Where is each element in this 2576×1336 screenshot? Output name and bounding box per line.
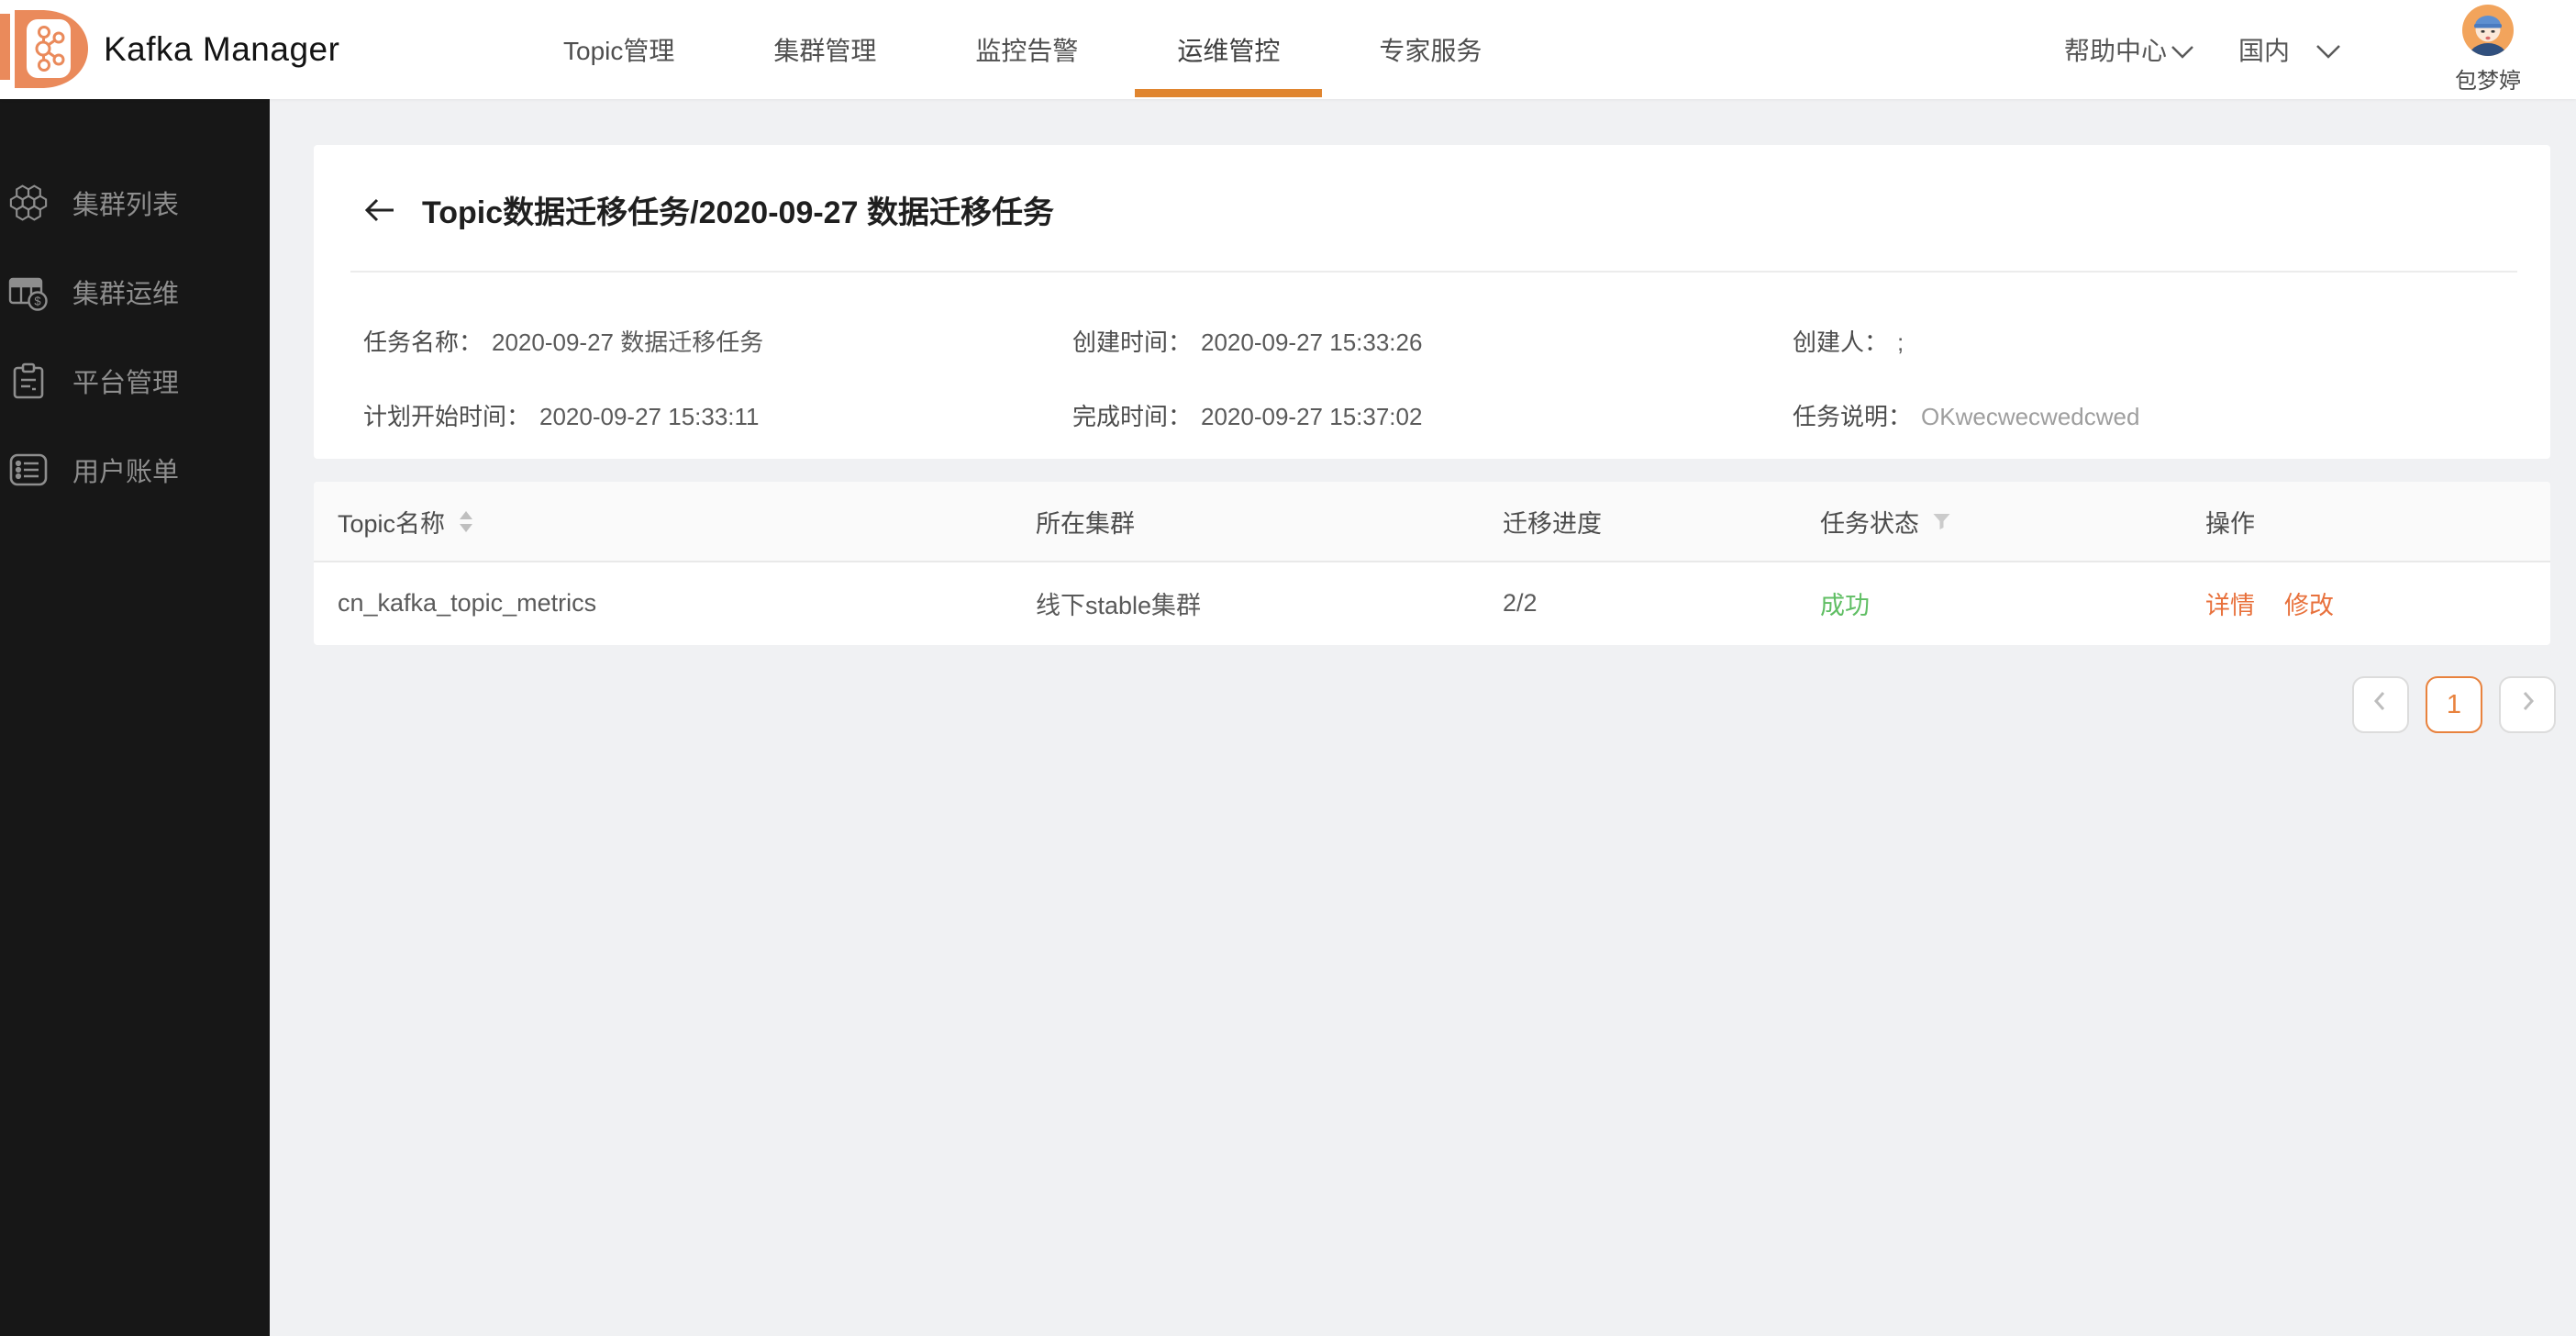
- main-nav: Topic管理 集群管理 监控告警 运维管控 专家服务: [514, 0, 1531, 99]
- username: 包梦婷: [2455, 69, 2521, 94]
- table-header: Topic名称 所在集群 迁移进度 任务状态 操作: [314, 482, 2550, 562]
- next-page-button[interactable]: [2499, 676, 2556, 733]
- detail-link[interactable]: 详情: [2205, 585, 2255, 621]
- svg-text:$: $: [34, 294, 41, 307]
- sidebar-item-label: 集群列表: [72, 190, 180, 220]
- region-selector[interactable]: 国内: [2238, 0, 2341, 99]
- field-description: 任务说明： OKwecwecwedcwed: [1793, 403, 2140, 430]
- nav-item-cluster[interactable]: 集群管理: [724, 0, 926, 99]
- col-actions: 操作: [2205, 509, 2255, 538]
- honeycomb-cluster-icon: [8, 183, 49, 223]
- sort-icon[interactable]: [460, 510, 473, 532]
- pagination: 1: [2352, 676, 2556, 733]
- list-bill-icon: [8, 450, 49, 490]
- cell-topic-name: cn_kafka_topic_metrics: [338, 588, 597, 617]
- task-detail-card: Topic数据迁移任务/2020-09-27 数据迁移任务 任务名称： 2020-…: [314, 145, 2550, 459]
- sidebar-item-label: 集群运维: [72, 279, 180, 309]
- sidebar-item-label: 用户账单: [72, 457, 180, 487]
- field-planned-start: 计划开始时间： 2020-09-27 15:33:11: [363, 403, 760, 430]
- main-content: Topic数据迁移任务/2020-09-27 数据迁移任务 任务名称： 2020-…: [270, 99, 2576, 1336]
- nav-item-expert[interactable]: 专家服务: [1329, 0, 1531, 99]
- col-topic-name: Topic名称: [314, 504, 1012, 540]
- field-finish-time: 完成时间： 2020-09-27 15:37:02: [1072, 403, 1423, 430]
- table-row: cn_kafka_topic_metrics 线下stable集群 2/2 成功…: [314, 562, 2550, 643]
- field-creator: 创建人：;: [1793, 328, 1904, 356]
- nav-item-monitor[interactable]: 监控告警: [926, 0, 1127, 99]
- clipboard-icon: [8, 361, 49, 401]
- help-center-menu[interactable]: 帮助中心: [2064, 0, 2194, 99]
- field-create-time: 创建时间： 2020-09-27 15:33:26: [1072, 328, 1423, 356]
- cell-progress: 2/2: [1503, 588, 1538, 617]
- nav-item-topic[interactable]: Topic管理: [514, 0, 724, 99]
- back-arrow-icon[interactable]: [363, 194, 400, 227]
- sidebar-item-user-billing[interactable]: 用户账单: [0, 425, 270, 514]
- region-label: 国内: [2238, 37, 2291, 65]
- cell-cluster: 线下stable集群: [1036, 591, 1202, 619]
- prev-page-button[interactable]: [2352, 676, 2409, 733]
- col-cluster: 所在集群: [1036, 509, 1135, 538]
- col-status: 任务状态: [1796, 504, 2182, 540]
- cell-status: 成功: [1796, 585, 2182, 621]
- avatar[interactable]: [2462, 5, 2514, 60]
- user-menu[interactable]: 包梦婷: [2453, 5, 2523, 95]
- chevron-right-icon: [2515, 689, 2539, 720]
- help-center-label: 帮助中心: [2064, 37, 2168, 65]
- migration-table: Topic名称 所在集群 迁移进度 任务状态 操作 cn_kafka_topic…: [314, 482, 2550, 645]
- sidebar-item-cluster-ops[interactable]: $ 集群运维: [0, 247, 270, 336]
- sidebar-item-platform-mgmt[interactable]: 平台管理: [0, 336, 270, 425]
- modify-link[interactable]: 修改: [2284, 585, 2334, 621]
- col-progress: 迁移进度: [1503, 509, 1602, 538]
- filter-icon[interactable]: [1932, 512, 1951, 530]
- page-title: Topic数据迁移任务/2020-09-27 数据迁移任务: [422, 195, 1054, 230]
- kafka-manager-logo-icon: [0, 6, 88, 98]
- divider: [350, 271, 2517, 273]
- nav-item-ops[interactable]: 运维管控: [1127, 0, 1329, 99]
- field-task-name: 任务名称： 2020-09-27 数据迁移任务: [363, 328, 764, 356]
- sidebar-item-cluster-list[interactable]: 集群列表: [0, 158, 270, 247]
- chevron-left-icon: [2369, 689, 2393, 720]
- chevron-down-icon: [2315, 37, 2341, 66]
- grid-coin-icon: $: [8, 272, 49, 312]
- status-badge: 成功: [1820, 591, 1870, 619]
- top-header: Kafka Manager Topic管理 集群管理 监控告警 运维管控 专家服…: [0, 0, 2576, 99]
- sidebar-item-label: 平台管理: [72, 368, 180, 398]
- task-fields: 任务名称： 2020-09-27 数据迁移任务 创建时间： 2020-09-27 1…: [314, 324, 2550, 432]
- cell-actions: 详情 修改: [2182, 585, 2550, 621]
- page-1-button[interactable]: 1: [2426, 676, 2482, 733]
- sidebar: 集群列表 $ 集群运维 平台管理 用户账单: [0, 99, 270, 1336]
- chevron-down-icon: [2171, 37, 2194, 66]
- app-title: Kafka Manager: [104, 30, 340, 68]
